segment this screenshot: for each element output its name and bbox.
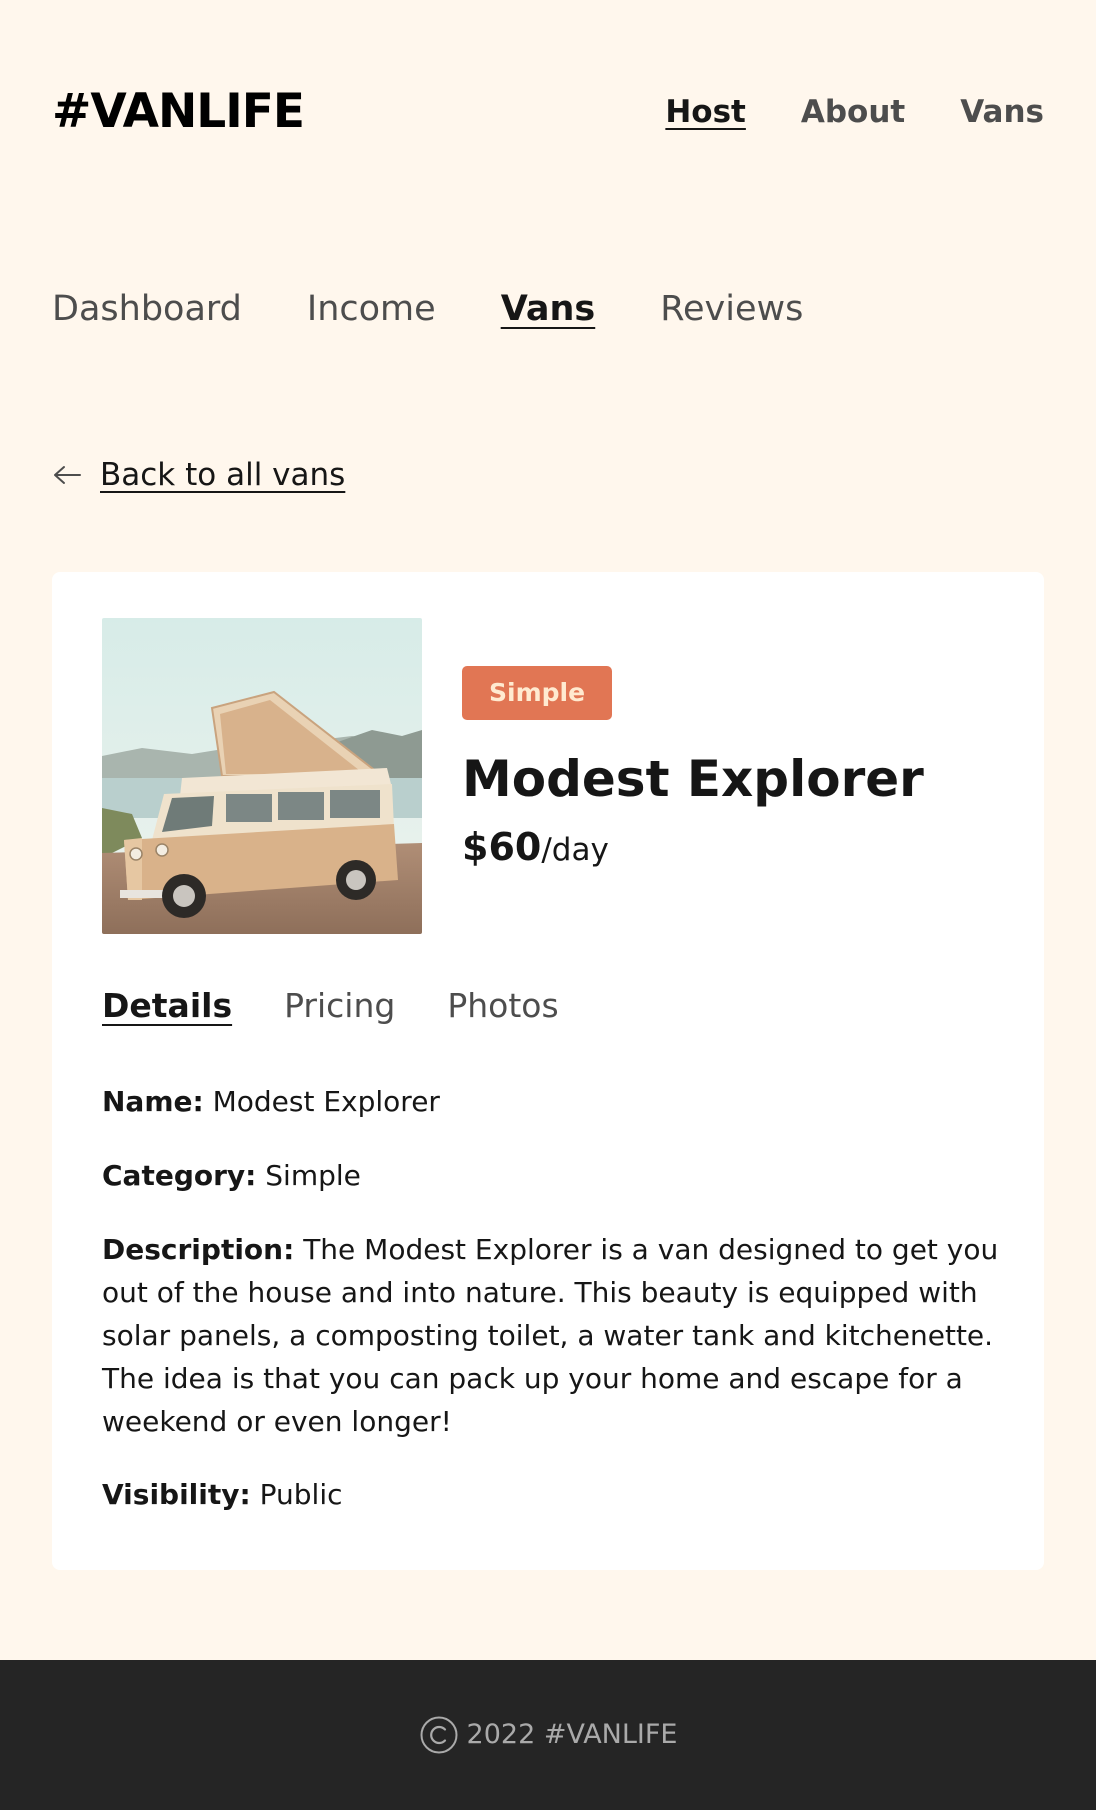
host-nav-dashboard[interactable]: Dashboard: [52, 286, 242, 332]
van-name-heading: Modest Explorer: [462, 750, 924, 808]
host-nav-vans[interactable]: Vans: [501, 286, 596, 332]
detail-visibility-label: Visibility:: [102, 1478, 251, 1511]
detail-category-value: Simple: [265, 1159, 361, 1192]
price-unit: /day: [541, 832, 609, 868]
detail-name-label: Name:: [102, 1085, 204, 1118]
footer-text: 2022 #VANLIFE: [466, 1719, 678, 1750]
detail-name: Name: Modest Explorer: [102, 1080, 1002, 1123]
van-detail-tabs: Details Pricing Photos: [102, 984, 559, 1028]
detail-category: Category: Simple: [102, 1154, 1002, 1197]
tab-pricing[interactable]: Pricing: [284, 984, 395, 1028]
arrow-left-icon: [52, 464, 82, 486]
host-nav: Dashboard Income Vans Reviews: [52, 286, 803, 332]
category-badge: Simple: [462, 666, 613, 720]
van-image: [102, 618, 422, 934]
top-nav: Host About Vans: [665, 92, 1044, 132]
tab-details[interactable]: Details: [102, 984, 232, 1028]
nav-link-vans[interactable]: Vans: [960, 92, 1044, 132]
van-details: Name: Modest Explorer Category: Simple D…: [102, 1080, 1002, 1547]
detail-visibility: Visibility: Public: [102, 1473, 1002, 1516]
detail-name-value: Modest Explorer: [212, 1085, 440, 1118]
back-link-label: Back to all vans: [100, 457, 346, 493]
logo-link[interactable]: #VANLIFE: [52, 84, 305, 140]
van-price: $60/day: [462, 822, 609, 875]
nav-link-about[interactable]: About: [801, 92, 905, 132]
copyright-icon: [419, 1715, 459, 1755]
detail-description-label: Description:: [102, 1233, 295, 1266]
host-nav-income[interactable]: Income: [307, 286, 436, 332]
detail-description: Description: The Modest Explorer is a va…: [102, 1228, 1002, 1443]
site-header: #VANLIFE Host About Vans: [0, 0, 1096, 224]
detail-category-label: Category:: [102, 1159, 257, 1192]
detail-visibility-value: Public: [259, 1478, 343, 1511]
tab-photos[interactable]: Photos: [447, 984, 558, 1028]
footer-copyright: 2022 #VANLIFE: [419, 1715, 678, 1755]
site-footer: 2022 #VANLIFE: [0, 1660, 1096, 1810]
host-nav-reviews[interactable]: Reviews: [660, 286, 803, 332]
price-amount: $60: [462, 825, 542, 869]
van-detail-card: Simple Modest Explorer $60/day Details P…: [52, 572, 1044, 1570]
back-to-vans-link[interactable]: Back to all vans: [52, 454, 345, 496]
nav-link-host[interactable]: Host: [665, 92, 746, 132]
